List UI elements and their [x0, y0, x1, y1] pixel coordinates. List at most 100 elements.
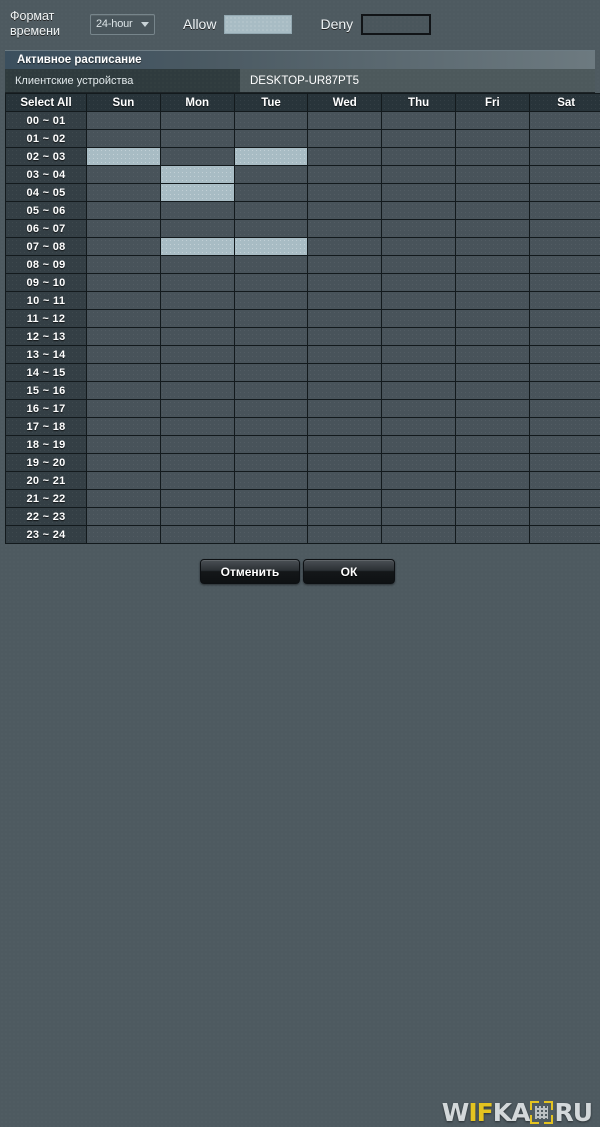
schedule-cell-wed-1[interactable] [308, 130, 382, 148]
time-format-select[interactable]: 24-hour [90, 14, 155, 35]
schedule-cell-thu-22[interactable] [382, 508, 456, 526]
schedule-cell-sat-9[interactable] [529, 274, 600, 292]
schedule-cell-thu-11[interactable] [382, 310, 456, 328]
schedule-cell-fri-7[interactable] [455, 238, 529, 256]
schedule-cell-sun-15[interactable] [87, 382, 161, 400]
schedule-cell-fri-5[interactable] [455, 202, 529, 220]
schedule-cell-sun-19[interactable] [87, 454, 161, 472]
schedule-cell-sun-7[interactable] [87, 238, 161, 256]
schedule-cell-thu-19[interactable] [382, 454, 456, 472]
hour-label[interactable]: 05 ~ 06 [6, 202, 87, 220]
schedule-cell-sat-2[interactable] [529, 148, 600, 166]
hour-label[interactable]: 12 ~ 13 [6, 328, 87, 346]
schedule-cell-fri-15[interactable] [455, 382, 529, 400]
schedule-cell-thu-9[interactable] [382, 274, 456, 292]
schedule-cell-wed-11[interactable] [308, 310, 382, 328]
hour-label[interactable]: 13 ~ 14 [6, 346, 87, 364]
hour-label[interactable]: 09 ~ 10 [6, 274, 87, 292]
schedule-cell-thu-6[interactable] [382, 220, 456, 238]
schedule-cell-mon-7[interactable] [160, 238, 234, 256]
schedule-cell-wed-21[interactable] [308, 490, 382, 508]
schedule-cell-thu-5[interactable] [382, 202, 456, 220]
schedule-cell-tue-11[interactable] [234, 310, 308, 328]
schedule-cell-sat-1[interactable] [529, 130, 600, 148]
schedule-cell-fri-14[interactable] [455, 364, 529, 382]
schedule-cell-wed-19[interactable] [308, 454, 382, 472]
column-header-sun[interactable]: Sun [87, 94, 161, 112]
schedule-cell-tue-20[interactable] [234, 472, 308, 490]
schedule-cell-sat-6[interactable] [529, 220, 600, 238]
schedule-cell-wed-4[interactable] [308, 184, 382, 202]
schedule-cell-mon-9[interactable] [160, 274, 234, 292]
schedule-cell-mon-12[interactable] [160, 328, 234, 346]
schedule-cell-thu-10[interactable] [382, 292, 456, 310]
column-header-tue[interactable]: Tue [234, 94, 308, 112]
schedule-cell-sat-23[interactable] [529, 526, 600, 544]
schedule-cell-mon-16[interactable] [160, 400, 234, 418]
schedule-cell-sun-1[interactable] [87, 130, 161, 148]
schedule-cell-sun-18[interactable] [87, 436, 161, 454]
schedule-cell-sun-20[interactable] [87, 472, 161, 490]
schedule-cell-sat-19[interactable] [529, 454, 600, 472]
schedule-cell-fri-17[interactable] [455, 418, 529, 436]
schedule-cell-wed-13[interactable] [308, 346, 382, 364]
schedule-cell-mon-20[interactable] [160, 472, 234, 490]
schedule-cell-sun-5[interactable] [87, 202, 161, 220]
schedule-cell-thu-20[interactable] [382, 472, 456, 490]
schedule-cell-tue-4[interactable] [234, 184, 308, 202]
hour-label[interactable]: 00 ~ 01 [6, 112, 87, 130]
schedule-cell-wed-2[interactable] [308, 148, 382, 166]
hour-label[interactable]: 07 ~ 08 [6, 238, 87, 256]
schedule-cell-sun-6[interactable] [87, 220, 161, 238]
schedule-cell-mon-3[interactable] [160, 166, 234, 184]
schedule-cell-sun-12[interactable] [87, 328, 161, 346]
schedule-cell-tue-8[interactable] [234, 256, 308, 274]
hour-label[interactable]: 11 ~ 12 [6, 310, 87, 328]
schedule-cell-sat-20[interactable] [529, 472, 600, 490]
schedule-cell-fri-8[interactable] [455, 256, 529, 274]
schedule-cell-tue-10[interactable] [234, 292, 308, 310]
column-header-wed[interactable]: Wed [308, 94, 382, 112]
schedule-cell-tue-17[interactable] [234, 418, 308, 436]
schedule-cell-sun-22[interactable] [87, 508, 161, 526]
schedule-cell-tue-7[interactable] [234, 238, 308, 256]
schedule-cell-sat-15[interactable] [529, 382, 600, 400]
column-header-mon[interactable]: Mon [160, 94, 234, 112]
schedule-cell-mon-2[interactable] [160, 148, 234, 166]
schedule-cell-mon-14[interactable] [160, 364, 234, 382]
schedule-cell-thu-23[interactable] [382, 526, 456, 544]
schedule-cell-sat-8[interactable] [529, 256, 600, 274]
schedule-cell-thu-21[interactable] [382, 490, 456, 508]
schedule-cell-fri-21[interactable] [455, 490, 529, 508]
schedule-cell-fri-18[interactable] [455, 436, 529, 454]
schedule-cell-fri-10[interactable] [455, 292, 529, 310]
schedule-cell-fri-13[interactable] [455, 346, 529, 364]
schedule-cell-sat-22[interactable] [529, 508, 600, 526]
cancel-button[interactable]: Отменить [200, 559, 300, 584]
schedule-cell-mon-6[interactable] [160, 220, 234, 238]
schedule-cell-wed-15[interactable] [308, 382, 382, 400]
schedule-cell-fri-1[interactable] [455, 130, 529, 148]
schedule-cell-fri-19[interactable] [455, 454, 529, 472]
schedule-cell-wed-5[interactable] [308, 202, 382, 220]
schedule-cell-tue-16[interactable] [234, 400, 308, 418]
client-device-name-cell[interactable]: DESKTOP-UR87PT5 [240, 69, 595, 92]
schedule-cell-tue-9[interactable] [234, 274, 308, 292]
column-header-thu[interactable]: Thu [382, 94, 456, 112]
schedule-cell-sun-17[interactable] [87, 418, 161, 436]
schedule-cell-tue-2[interactable] [234, 148, 308, 166]
schedule-cell-tue-3[interactable] [234, 166, 308, 184]
schedule-cell-sat-16[interactable] [529, 400, 600, 418]
schedule-cell-wed-20[interactable] [308, 472, 382, 490]
schedule-cell-mon-21[interactable] [160, 490, 234, 508]
schedule-cell-thu-15[interactable] [382, 382, 456, 400]
schedule-cell-mon-19[interactable] [160, 454, 234, 472]
schedule-cell-sun-21[interactable] [87, 490, 161, 508]
schedule-cell-thu-13[interactable] [382, 346, 456, 364]
column-header-sat[interactable]: Sat [529, 94, 600, 112]
schedule-cell-sat-18[interactable] [529, 436, 600, 454]
schedule-cell-sun-8[interactable] [87, 256, 161, 274]
schedule-cell-sat-3[interactable] [529, 166, 600, 184]
schedule-cell-sat-12[interactable] [529, 328, 600, 346]
ok-button[interactable]: ОК [303, 559, 395, 584]
